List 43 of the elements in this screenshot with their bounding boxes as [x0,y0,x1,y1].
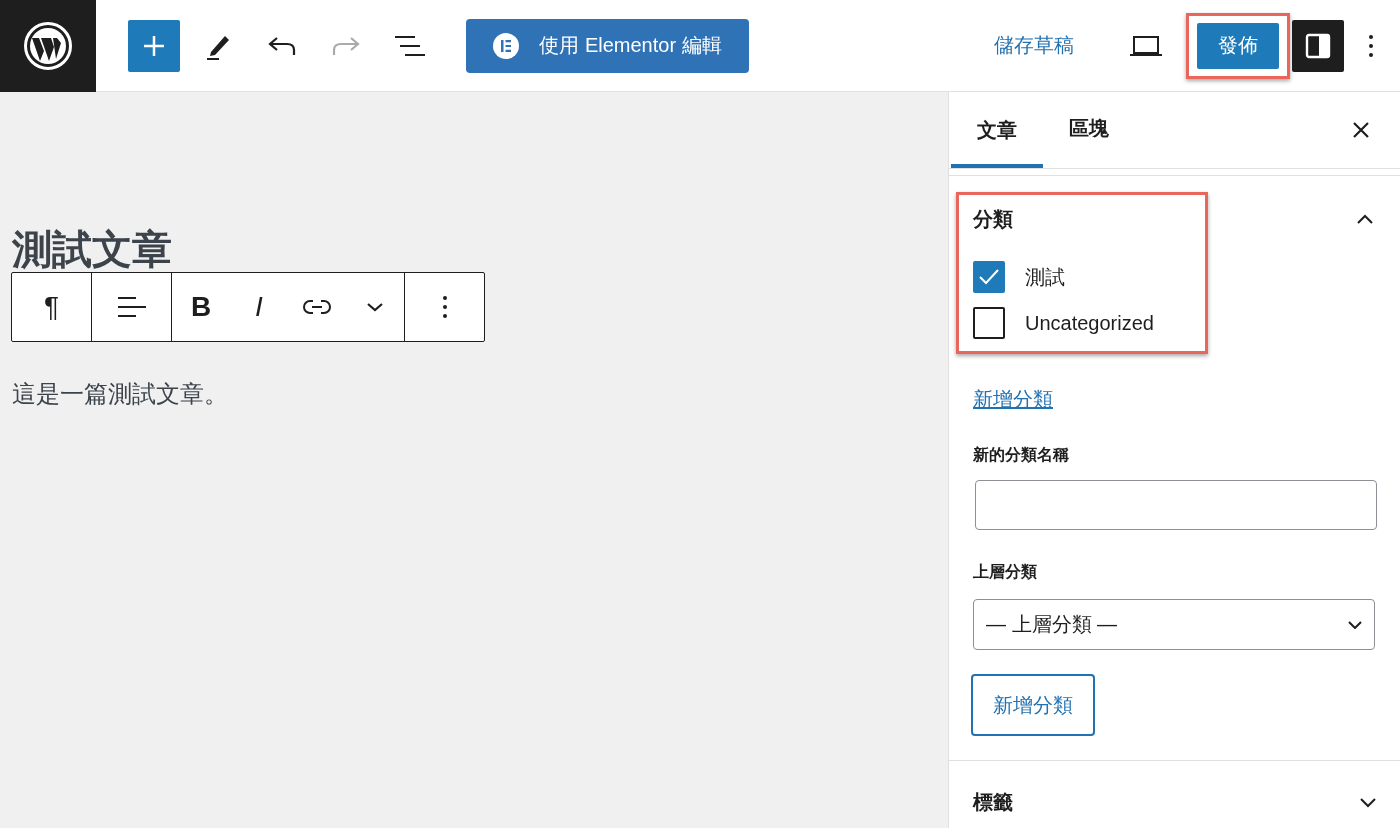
field-label: 上層分類 [973,562,1038,582]
elementor-button[interactable]: 使用 Elementor 編輯 [466,18,749,73]
more-options-icon [441,295,448,319]
sidebar-tab[interactable]: 區塊 [1043,92,1135,168]
sidebar-tab[interactable]: 文章 [951,92,1043,168]
checkbox-label: 測試 [1025,264,1065,290]
add-category-link[interactable]: 新增分類 [973,386,1053,413]
checkbox[interactable] [973,307,1005,339]
undo-icon [268,35,296,56]
section-title[interactable]: 分類 [973,205,1013,233]
settings-toggle-button[interactable] [1292,19,1344,72]
section-title[interactable]: 標籤 [973,789,1013,816]
checkmark-icon [978,268,1000,286]
checkbox-label: Uncategorized [1025,311,1154,335]
wordpress-logo[interactable] [0,0,96,92]
parent-category-select[interactable]: — 上層分類 — [973,599,1375,650]
italic-button[interactable]: I [230,269,288,345]
more-options-icon[interactable] [1368,33,1374,58]
add-category-button[interactable]: 新增分類 [971,674,1095,736]
redo-icon [332,35,360,56]
link-icon [302,299,332,315]
input-field[interactable] [975,480,1377,530]
paragraph-button[interactable]: ¶ [12,269,91,345]
laptop-icon [1130,34,1162,57]
align-icon [117,296,146,318]
plus-icon [143,34,165,57]
chevron-icon[interactable] [1360,797,1376,808]
add-block-button[interactable] [128,19,180,72]
checkbox[interactable] [973,261,1005,293]
bold-button[interactable]: B [172,269,230,345]
post-title[interactable]: 測試文章 [12,227,172,271]
elementor-icon [493,32,520,59]
save-draft-button[interactable]: 儲存草稿 [988,31,1080,60]
publish-button[interactable]: 發佈 [1197,22,1279,69]
paragraph-text: 這是一篇測試文章。 [12,379,228,409]
close-icon[interactable] [1352,121,1370,139]
field-label: 新的分類名稱 [973,445,1070,465]
chevron-icon[interactable] [1357,214,1373,224]
sidebar-icon [1305,32,1331,59]
list-view-icon [395,34,425,57]
wordpress-logo-icon [23,21,73,71]
chevron-icon [366,302,384,312]
chevron-icon [1348,620,1362,629]
